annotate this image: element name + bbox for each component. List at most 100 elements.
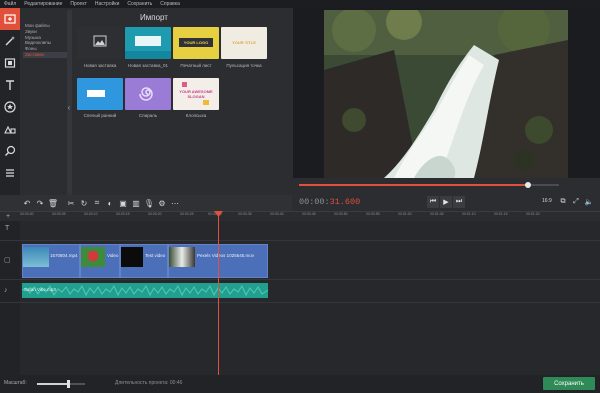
intro-thumb-1[interactable] [77, 27, 123, 59]
microphone-icon[interactable]: 🎙 [144, 198, 154, 208]
intro-caption-6: Спираль [138, 113, 158, 118]
redo-icon[interactable]: ↷ [35, 198, 45, 208]
preview-progress-fill [299, 184, 528, 186]
tick-2: 00:00:10 [84, 212, 98, 216]
tick-10: 00:00:50 [334, 212, 348, 216]
time-main: 00:00: [299, 197, 330, 207]
fullscreen-icon[interactable]: ⤢ [570, 196, 582, 208]
intro-thumb-3[interactable]: YOUR LOGO [173, 27, 219, 59]
clip-4-label: Pexels Videos 1025545.mov [197, 253, 254, 258]
intro-caption-2: Новая заставка_01 [127, 63, 169, 68]
more-menu-icon[interactable] [0, 162, 20, 184]
clip-4-thumb [169, 247, 195, 267]
intro-thumb-7[interactable]: YOUR AWESOME SLOGAN [173, 78, 219, 110]
clip-3-label: Test video [145, 253, 166, 258]
zoom-slider-fill [37, 383, 69, 385]
zoom-icon[interactable] [0, 140, 20, 162]
track-divider [0, 240, 600, 241]
tick-16: 00:01:20 [526, 212, 540, 216]
project-duration: Длительность проекта: 00:46 [115, 380, 183, 386]
tick-9: 00:00:45 [302, 212, 316, 216]
status-bar [0, 375, 600, 393]
clip-2-thumb [81, 247, 105, 267]
menu-save[interactable]: Сохранить [123, 0, 156, 8]
settings-icon[interactable]: ⚙ [157, 198, 167, 208]
audio-levels-icon[interactable]: ▥ [131, 198, 141, 208]
tick-5: 00:00:25 [180, 212, 194, 216]
menu-bar: Файл Редактирование Проект Настройки Сох… [0, 0, 600, 8]
tick-14: 00:01:10 [462, 212, 476, 216]
video-clip-1[interactable]: 1570804.mp4 [22, 244, 80, 278]
video-track-icon[interactable]: ▢ [4, 256, 11, 264]
audio-waveform [22, 284, 268, 297]
clip-1-label: 1570804.mp4 [50, 253, 78, 258]
volume-icon[interactable]: 🔈 [583, 196, 595, 208]
skip-forward-icon[interactable]: ⏭ [453, 196, 465, 208]
intro-caption-3: Печатный лист [180, 63, 212, 68]
tick-8: 00:00:40 [270, 212, 284, 216]
tick-3: 00:00:15 [116, 212, 130, 216]
more-icon[interactable]: ⋯ [170, 198, 180, 208]
time-highlight: 31.600 [329, 197, 361, 207]
menu-help[interactable]: Справка [156, 0, 184, 8]
play-icon[interactable]: ▶ [440, 196, 452, 208]
track-divider [0, 302, 600, 303]
video-clip-3[interactable]: Test video [120, 244, 168, 278]
tick-12: 00:01:00 [398, 212, 412, 216]
save-button[interactable]: Сохранить [543, 377, 595, 390]
aspect-ratio[interactable]: 16:9 [542, 198, 552, 204]
track-gutter [0, 221, 20, 375]
menu-edit[interactable]: Редактирование [20, 0, 66, 8]
tick-15: 00:01:15 [494, 212, 508, 216]
audio-track-icon[interactable]: ♪ [4, 287, 8, 294]
crop-icon[interactable]: ⌗ [92, 198, 102, 208]
audio-clip[interactable]: Safari Vibe.mp3 [22, 283, 268, 298]
zoom-label: Масштаб: [4, 380, 27, 386]
preview-video [324, 10, 568, 178]
intro-thumb-2[interactable] [125, 27, 171, 59]
video-clip-2[interactable]: Video [80, 244, 120, 278]
skip-back-icon[interactable]: ⏮ [427, 196, 439, 208]
tick-0: 00:00:00 [20, 212, 34, 216]
intro-thumb-6[interactable] [125, 78, 171, 110]
intro-thumb-4[interactable]: YOUR TITLE [221, 27, 267, 59]
category-intros[interactable]: Заставки [23, 51, 67, 58]
popout-icon[interactable]: ⧉ [557, 196, 569, 208]
rotate-icon[interactable]: ↻ [79, 198, 89, 208]
shapes-icon[interactable] [0, 118, 20, 140]
panel-title: Импорт [140, 13, 168, 22]
image-icon[interactable]: ▣ [118, 198, 128, 208]
preview-progress-bar[interactable] [299, 182, 559, 188]
menu-settings[interactable]: Настройки [91, 0, 124, 8]
import-tool-icon[interactable] [0, 8, 20, 30]
intro-thumb-4-text: YOUR TITLE [232, 40, 256, 45]
intro-thumb-7-text: YOUR AWESOME SLOGAN [179, 89, 213, 99]
text-track-icon[interactable]: T [5, 225, 9, 232]
intro-thumb-5[interactable] [77, 78, 123, 110]
color-adjust-icon[interactable]: ◐ [105, 198, 115, 208]
tick-4: 00:00:20 [148, 212, 162, 216]
magic-wand-icon[interactable] [0, 30, 20, 52]
titles-icon[interactable] [0, 74, 20, 96]
menu-project[interactable]: Проект [66, 0, 90, 8]
preview-time: 00:00:31.600 [299, 197, 360, 207]
intro-caption-4: Пульсация точка [226, 63, 262, 68]
category-list: Мои файлы Звуки Музыка Видеоклипы Фоны З… [23, 23, 67, 183]
preview-progress-handle[interactable] [524, 182, 531, 188]
filters-icon[interactable] [0, 52, 20, 74]
intro-caption-1: Новая заставка [83, 63, 117, 68]
intro-caption-7: Клопсыха [185, 113, 207, 118]
menu-file[interactable]: Файл [0, 0, 20, 8]
tick-1: 00:00:05 [52, 212, 66, 216]
track-divider [0, 279, 600, 280]
clip-3-thumb [121, 247, 143, 267]
playhead[interactable] [218, 211, 219, 375]
add-track-icon[interactable]: + [6, 213, 10, 220]
zoom-slider-handle[interactable] [67, 380, 71, 388]
collapse-panel-icon[interactable]: ‹ [65, 101, 73, 113]
undo-icon[interactable]: ↶ [22, 198, 32, 208]
cut-icon[interactable]: ✂ [66, 198, 76, 208]
stickers-icon[interactable] [0, 96, 20, 118]
delete-icon[interactable]: 🗑 [48, 198, 58, 208]
tick-13: 00:01:05 [430, 212, 444, 216]
